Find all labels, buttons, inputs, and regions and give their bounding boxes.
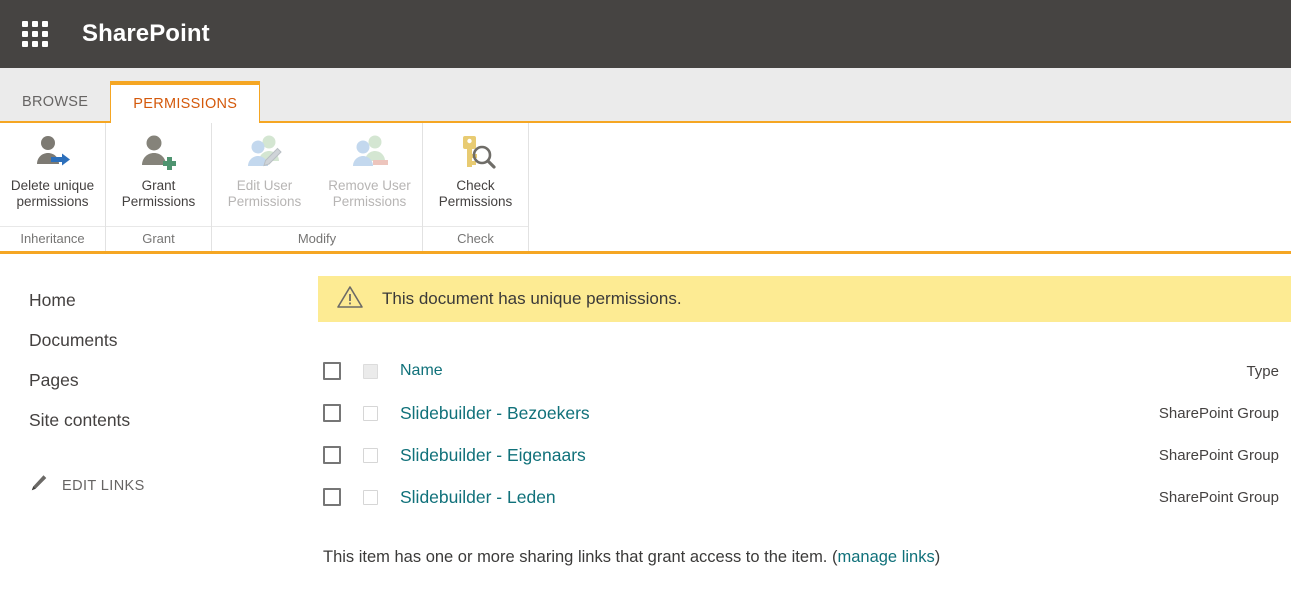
sidebar-item-site-contents[interactable]: Site contents bbox=[0, 400, 318, 440]
check-permissions-label: Check Permissions bbox=[438, 178, 513, 209]
sharing-links-note-text-before: This item has one or more sharing links … bbox=[323, 548, 838, 566]
quick-launch-sidebar: Home Documents Pages Site contents EDIT … bbox=[0, 254, 318, 607]
key-magnifier-icon bbox=[454, 131, 498, 175]
grant-permissions-button[interactable]: Grant Permissions bbox=[106, 131, 211, 209]
main-content: This document has unique permissions. Na… bbox=[318, 254, 1291, 607]
delete-unique-permissions-label: Delete unique permissions bbox=[10, 178, 95, 209]
edit-links-button[interactable]: EDIT LINKS bbox=[0, 463, 318, 498]
edit-user-permissions-label: Edit User Permissions bbox=[227, 178, 302, 209]
row-select-checkbox[interactable] bbox=[323, 446, 341, 464]
row-secondary-checkbox[interactable] bbox=[363, 405, 378, 421]
table-row[interactable]: Slidebuilder - Bezoekers SharePoint Grou… bbox=[323, 392, 1291, 434]
unique-permissions-banner: This document has unique permissions. bbox=[318, 276, 1291, 322]
ribbon-group-title-modify: Modify bbox=[212, 226, 422, 251]
sidebar-item-documents[interactable]: Documents bbox=[0, 320, 318, 360]
sidebar-item-home[interactable]: Home bbox=[0, 280, 318, 320]
ribbon-group-title-grant: Grant bbox=[106, 226, 211, 251]
tab-browse[interactable]: BROWSE bbox=[0, 81, 110, 123]
waffle-dot bbox=[42, 41, 48, 47]
ribbon-group-title-check: Check bbox=[423, 226, 528, 251]
ribbon-group-check: Check Permissions Check bbox=[423, 123, 529, 251]
manage-links-link[interactable]: manage links bbox=[837, 548, 934, 566]
waffle-dot bbox=[22, 41, 28, 47]
row-select-checkbox[interactable] bbox=[323, 404, 341, 422]
person-arrow-icon bbox=[31, 131, 75, 175]
waffle-dot bbox=[22, 31, 28, 37]
table-row[interactable]: Slidebuilder - Leden SharePoint Group bbox=[323, 476, 1291, 518]
row-select-checkbox[interactable] bbox=[323, 488, 341, 506]
ribbon-group-modify: Edit User Permissions Remove User Permis… bbox=[212, 123, 423, 251]
grant-permissions-label: Grant Permissions bbox=[121, 178, 196, 209]
waffle-dot bbox=[42, 31, 48, 37]
ribbon: Delete unique permissions Inheritance Gr… bbox=[0, 121, 1291, 254]
ribbon-group-title-inheritance: Inheritance bbox=[0, 226, 105, 251]
remove-user-permissions-button: Remove User Permissions bbox=[317, 131, 422, 209]
permission-principal-name[interactable]: Slidebuilder - Bezoekers bbox=[400, 403, 590, 424]
permission-principal-name[interactable]: Slidebuilder - Leden bbox=[400, 487, 556, 508]
people-minus-icon bbox=[348, 131, 392, 175]
ribbon-group-grant: Grant Permissions Grant bbox=[106, 123, 212, 251]
table-row[interactable]: Slidebuilder - Eigenaars SharePoint Grou… bbox=[323, 434, 1291, 476]
check-permissions-button[interactable]: Check Permissions bbox=[423, 131, 528, 209]
unique-permissions-banner-text: This document has unique permissions. bbox=[382, 289, 682, 308]
app-launcher-waffle-icon[interactable] bbox=[16, 15, 54, 53]
sidebar-item-pages[interactable]: Pages bbox=[0, 360, 318, 400]
tab-permissions[interactable]: PERMISSIONS bbox=[110, 81, 261, 123]
column-header-type[interactable]: Type bbox=[1246, 363, 1291, 380]
permission-principal-type: SharePoint Group bbox=[1158, 446, 1279, 464]
permissions-table: Name Type Slidebuilder - Bezoekers Share… bbox=[318, 350, 1291, 518]
people-pencil-icon bbox=[243, 131, 287, 175]
edit-links-label: EDIT LINKS bbox=[62, 477, 145, 494]
permission-principal-name[interactable]: Slidebuilder - Eigenaars bbox=[400, 445, 586, 466]
remove-user-permissions-label: Remove User Permissions bbox=[328, 178, 411, 209]
waffle-dot bbox=[32, 31, 38, 37]
permission-principal-type: SharePoint Group bbox=[1158, 404, 1279, 422]
suite-bar: SharePoint bbox=[0, 0, 1291, 68]
select-all-checkbox[interactable] bbox=[323, 362, 341, 380]
ribbon-group-inheritance: Delete unique permissions Inheritance bbox=[0, 123, 106, 251]
suite-title[interactable]: SharePoint bbox=[82, 20, 210, 48]
waffle-dot bbox=[22, 21, 28, 27]
edit-user-permissions-button: Edit User Permissions bbox=[212, 131, 317, 209]
waffle-dot bbox=[42, 21, 48, 27]
delete-unique-permissions-button[interactable]: Delete unique permissions bbox=[0, 131, 105, 209]
table-header-row: Name Type bbox=[323, 350, 1291, 392]
person-plus-icon bbox=[137, 131, 181, 175]
sharing-links-note: This item has one or more sharing links … bbox=[318, 548, 1291, 567]
row-secondary-checkbox[interactable] bbox=[363, 447, 378, 463]
waffle-dot bbox=[32, 21, 38, 27]
warning-triangle-icon bbox=[336, 284, 364, 315]
waffle-dot bbox=[32, 41, 38, 47]
column-header-name[interactable]: Name bbox=[400, 362, 443, 380]
permission-principal-type: SharePoint Group bbox=[1158, 488, 1279, 506]
sharing-links-note-text-after: ) bbox=[934, 548, 941, 566]
page-body: Home Documents Pages Site contents EDIT … bbox=[0, 254, 1291, 607]
row-secondary-checkbox[interactable] bbox=[363, 489, 378, 505]
ribbon-tab-strip: BROWSE PERMISSIONS bbox=[0, 68, 1291, 123]
header-secondary-checkbox bbox=[363, 363, 378, 379]
pencil-icon bbox=[29, 473, 49, 498]
